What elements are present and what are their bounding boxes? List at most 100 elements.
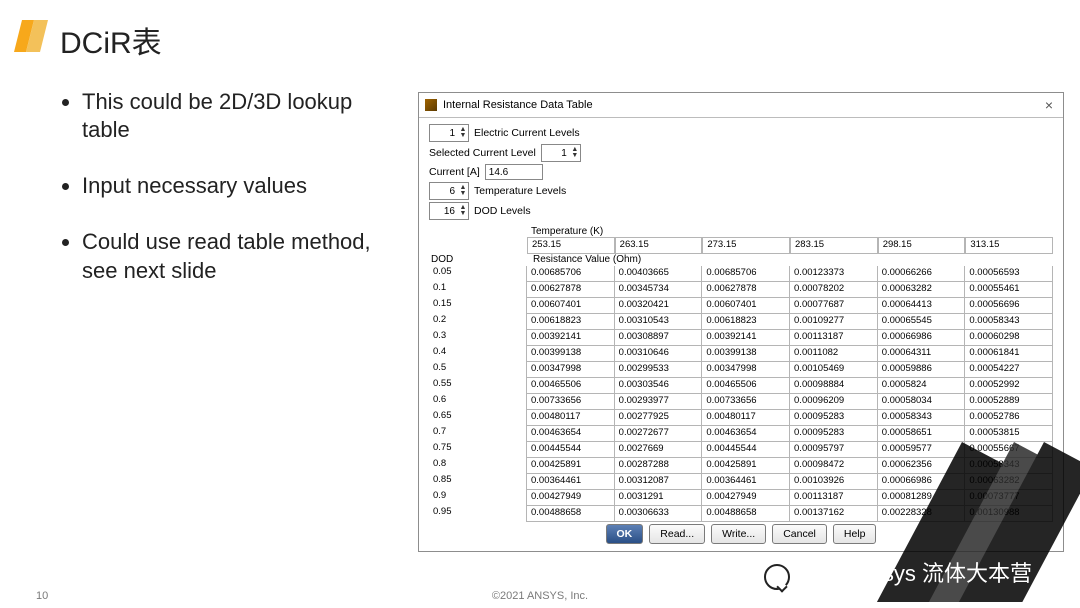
dod-cell[interactable]: 0.1 xyxy=(429,281,527,298)
resistance-cell[interactable]: 0.00073777 xyxy=(964,489,1053,506)
temp-col-header[interactable]: 313.15 xyxy=(965,237,1053,254)
write-button[interactable]: Write... xyxy=(711,524,766,544)
resistance-cell[interactable]: 0.00303546 xyxy=(614,377,703,394)
resistance-cell[interactable]: 0.00095283 xyxy=(789,425,878,442)
resistance-cell[interactable]: 0.00465506 xyxy=(526,377,615,394)
resistance-cell[interactable]: 0.00685706 xyxy=(526,266,615,282)
resistance-cell[interactable]: 0.00058651 xyxy=(877,425,966,442)
temp-levels-stepper[interactable]: ▲▼ xyxy=(429,182,469,200)
resistance-cell[interactable]: 0.00463654 xyxy=(701,425,790,442)
resistance-cell[interactable]: 0.00066266 xyxy=(877,266,966,282)
resistance-cell[interactable]: 0.00272677 xyxy=(614,425,703,442)
resistance-cell[interactable]: 0.00445544 xyxy=(526,441,615,458)
resistance-cell[interactable]: 0.0011082 xyxy=(789,345,878,362)
resistance-cell[interactable]: 0.00058343 xyxy=(964,313,1053,330)
resistance-cell[interactable]: 0.00308897 xyxy=(614,329,703,346)
dod-cell[interactable]: 0.05 xyxy=(429,266,527,282)
resistance-cell[interactable]: 0.00392141 xyxy=(526,329,615,346)
resistance-cell[interactable]: 0.00733656 xyxy=(701,393,790,410)
resistance-cell[interactable]: 0.00098472 xyxy=(789,457,878,474)
resistance-cell[interactable]: 0.0027669 xyxy=(614,441,703,458)
resistance-cell[interactable]: 0.00058343 xyxy=(964,457,1053,474)
resistance-cell[interactable]: 0.00059886 xyxy=(877,361,966,378)
resistance-cell[interactable]: 0.00685706 xyxy=(701,266,790,282)
resistance-cell[interactable]: 0.00063282 xyxy=(877,281,966,298)
resistance-cell[interactable]: 0.00052786 xyxy=(964,409,1053,426)
resistance-cell[interactable]: 0.00058034 xyxy=(877,393,966,410)
resistance-cell[interactable]: 0.00480117 xyxy=(526,409,615,426)
resistance-cell[interactable]: 0.00306633 xyxy=(614,505,703,522)
resistance-cell[interactable]: 0.00488658 xyxy=(526,505,615,522)
resistance-cell[interactable]: 0.00055461 xyxy=(964,281,1053,298)
resistance-cell[interactable]: 0.00053815 xyxy=(964,425,1053,442)
resistance-cell[interactable]: 0.00064311 xyxy=(877,345,966,362)
resistance-cell[interactable]: 0.00056696 xyxy=(964,297,1053,314)
resistance-cell[interactable]: 0.00463654 xyxy=(526,425,615,442)
dod-cell[interactable]: 0.9 xyxy=(429,489,527,506)
dod-cell[interactable]: 0.7 xyxy=(429,425,527,442)
cancel-button[interactable]: Cancel xyxy=(772,524,827,544)
close-icon[interactable]: × xyxy=(1041,98,1057,112)
resistance-cell[interactable]: 0.00058343 xyxy=(877,409,966,426)
resistance-cell[interactable]: 0.00066986 xyxy=(877,473,966,490)
resistance-cell[interactable]: 0.00607401 xyxy=(701,297,790,314)
resistance-cell[interactable]: 0.00310646 xyxy=(614,345,703,362)
resistance-cell[interactable]: 0.00061841 xyxy=(964,345,1053,362)
resistance-cell[interactable]: 0.00618823 xyxy=(701,313,790,330)
resistance-cell[interactable]: 0.00427949 xyxy=(701,489,790,506)
resistance-cell[interactable]: 0.00347998 xyxy=(701,361,790,378)
resistance-cell[interactable]: 0.00062356 xyxy=(877,457,966,474)
ec-levels-input[interactable] xyxy=(430,128,458,139)
resistance-cell[interactable]: 0.00299533 xyxy=(614,361,703,378)
resistance-cell[interactable]: 0.00065545 xyxy=(877,313,966,330)
resistance-cell[interactable]: 0.00627878 xyxy=(526,281,615,298)
resistance-cell[interactable]: 0.00081289 xyxy=(877,489,966,506)
resistance-cell[interactable]: 0.00364461 xyxy=(701,473,790,490)
spinner-arrows-icon[interactable]: ▲▼ xyxy=(458,127,468,139)
temp-col-header[interactable]: 273.15 xyxy=(702,237,790,254)
resistance-cell[interactable]: 0.00052992 xyxy=(964,377,1053,394)
resistance-cell[interactable]: 0.00098884 xyxy=(789,377,878,394)
temp-col-header[interactable]: 283.15 xyxy=(790,237,878,254)
ok-button[interactable]: OK xyxy=(606,524,644,544)
resistance-cell[interactable]: 0.00488658 xyxy=(701,505,790,522)
dod-cell[interactable]: 0.85 xyxy=(429,473,527,490)
resistance-cell[interactable]: 0.00059577 xyxy=(877,441,966,458)
resistance-cell[interactable]: 0.00425891 xyxy=(526,457,615,474)
resistance-cell[interactable]: 0.00130988 xyxy=(964,505,1053,522)
resistance-cell[interactable]: 0.0031291 xyxy=(614,489,703,506)
resistance-cell[interactable]: 0.00320421 xyxy=(614,297,703,314)
resistance-cell[interactable]: 0.00105469 xyxy=(789,361,878,378)
dod-cell[interactable]: 0.2 xyxy=(429,313,527,330)
temp-levels-input[interactable] xyxy=(430,186,458,197)
resistance-cell[interactable]: 0.00095797 xyxy=(789,441,878,458)
selected-current-input[interactable] xyxy=(542,148,570,159)
resistance-cell[interactable]: 0.00618823 xyxy=(526,313,615,330)
dod-cell[interactable]: 0.4 xyxy=(429,345,527,362)
resistance-cell[interactable]: 0.00066986 xyxy=(877,329,966,346)
resistance-cell[interactable]: 0.00310543 xyxy=(614,313,703,330)
resistance-cell[interactable]: 0.00063282 xyxy=(964,473,1053,490)
resistance-cell[interactable]: 0.00287288 xyxy=(614,457,703,474)
resistance-cell[interactable]: 0.00465506 xyxy=(701,377,790,394)
resistance-cell[interactable]: 0.00054227 xyxy=(964,361,1053,378)
dod-cell[interactable]: 0.15 xyxy=(429,297,527,314)
resistance-cell[interactable]: 0.00113187 xyxy=(789,489,878,506)
spinner-arrows-icon[interactable]: ▲▼ xyxy=(570,147,580,159)
read-button[interactable]: Read... xyxy=(649,524,705,544)
resistance-cell[interactable]: 0.00056593 xyxy=(964,266,1053,282)
ec-levels-stepper[interactable]: ▲▼ xyxy=(429,124,469,142)
resistance-cell[interactable]: 0.00077687 xyxy=(789,297,878,314)
temp-col-header[interactable]: 263.15 xyxy=(615,237,703,254)
dod-cell[interactable]: 0.3 xyxy=(429,329,527,346)
dod-cell[interactable]: 0.95 xyxy=(429,505,527,522)
resistance-cell[interactable]: 0.0005824 xyxy=(877,377,966,394)
resistance-cell[interactable]: 0.00627878 xyxy=(701,281,790,298)
resistance-cell[interactable]: 0.00293977 xyxy=(614,393,703,410)
dod-cell[interactable]: 0.6 xyxy=(429,393,527,410)
resistance-cell[interactable]: 0.00228328 xyxy=(877,505,966,522)
current-input[interactable] xyxy=(485,164,543,180)
temp-col-header[interactable]: 253.15 xyxy=(527,237,615,254)
temp-col-header[interactable]: 298.15 xyxy=(878,237,966,254)
dod-cell[interactable]: 0.65 xyxy=(429,409,527,426)
